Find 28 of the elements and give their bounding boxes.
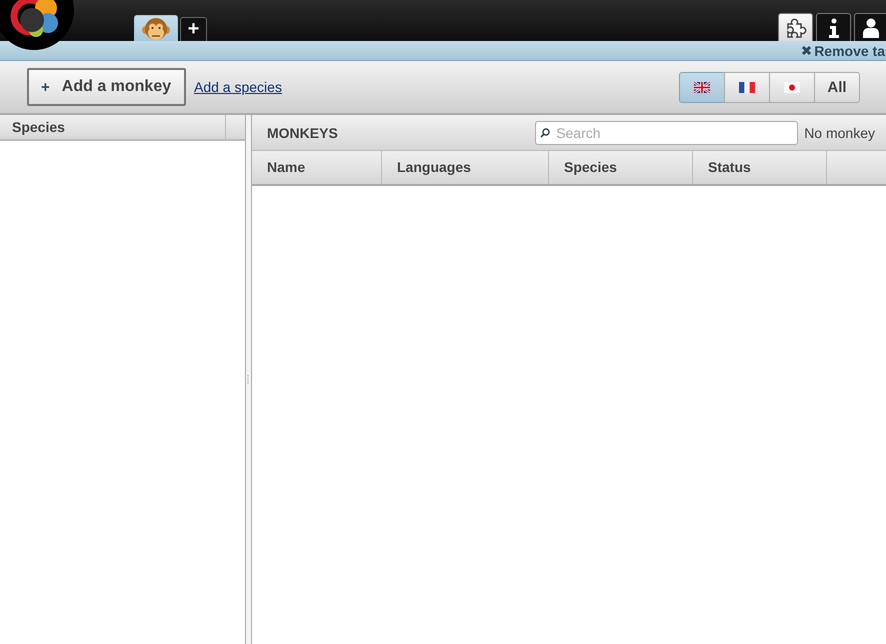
column-header[interactable]: Status <box>693 151 827 184</box>
user-icon <box>862 18 880 38</box>
add-monkey-button[interactable]: + Add a monkey <box>27 68 186 106</box>
remove-tab-link[interactable]: Remove ta <box>814 42 885 58</box>
column-header[interactable]: Species <box>549 151 693 184</box>
uk-flag-icon <box>694 82 710 92</box>
search-icon <box>540 128 550 138</box>
info-tab[interactable] <box>816 13 851 41</box>
result-count: No monkey <box>804 124 875 140</box>
user-tab[interactable] <box>854 13 886 41</box>
language-button[interactable] <box>724 72 770 102</box>
close-icon <box>801 45 812 56</box>
monkey-tab[interactable] <box>134 15 178 41</box>
add-species-link[interactable]: Add a species <box>194 79 282 95</box>
puzzle-tab[interactable] <box>778 13 813 41</box>
species-column-header: Species <box>0 115 226 139</box>
search-field[interactable]: Search <box>535 120 798 144</box>
column-header[interactable]: Languages <box>382 151 549 184</box>
info-icon <box>828 18 840 38</box>
panel-title: MONKEYS <box>267 124 338 140</box>
splitter-handle[interactable] <box>246 115 252 644</box>
all-languages-button[interactable]: All <box>814 72 860 102</box>
language-button[interactable] <box>679 72 725 102</box>
japan-flag-icon <box>784 82 800 92</box>
france-flag-icon <box>739 82 755 92</box>
column-header[interactable]: Name <box>252 151 382 184</box>
puzzle-icon <box>784 16 806 38</box>
add-tab-button[interactable]: + <box>180 17 207 41</box>
